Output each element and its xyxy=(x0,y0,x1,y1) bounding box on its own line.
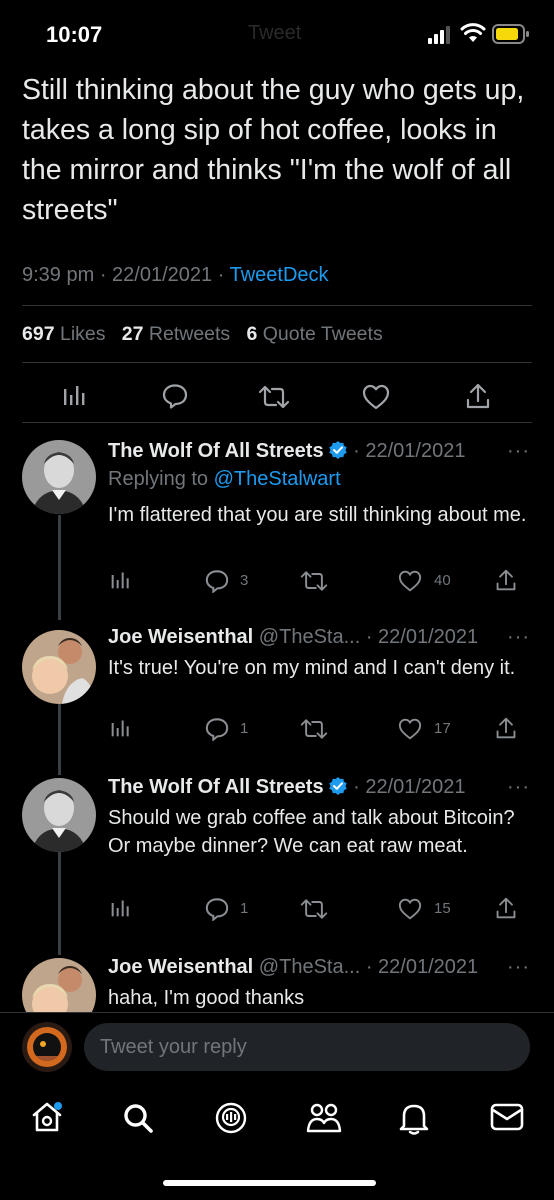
messages-icon[interactable] xyxy=(490,1103,524,1131)
author-handle: @TheSta... xyxy=(258,626,361,648)
divider xyxy=(22,362,532,363)
retweets-stat[interactable]: 27 Retweets xyxy=(122,323,230,345)
like-icon[interactable] xyxy=(398,570,422,592)
avatar[interactable] xyxy=(22,778,96,852)
likes-stat[interactable]: 697 Likes xyxy=(22,323,106,345)
spaces-icon[interactable] xyxy=(214,1101,248,1135)
share-icon[interactable] xyxy=(495,568,517,592)
tweet-meta: 9:39 pm · 22/01/2021 · TweetDeck xyxy=(22,264,329,286)
retweet-icon[interactable] xyxy=(258,385,290,409)
quote-tweets-stat[interactable]: 6 Quote Tweets xyxy=(246,323,382,345)
search-icon[interactable] xyxy=(122,1102,154,1134)
battery-icon xyxy=(492,24,529,44)
reply-text: Should we grab coffee and talk about Bit… xyxy=(108,807,515,857)
reply-icon[interactable] xyxy=(162,383,188,409)
main-tweet-text: Still thinking about the guy who gets up… xyxy=(22,74,525,226)
like-count: 40 xyxy=(434,572,451,589)
reply-text: I'm flattered that you are still thinkin… xyxy=(108,504,527,526)
reply-date: · 22/01/2021 xyxy=(365,956,479,978)
reply-count: 1 xyxy=(240,900,249,917)
reply-actions: 1 15 xyxy=(0,894,554,926)
like-icon[interactable] xyxy=(398,898,422,920)
analytics-icon[interactable] xyxy=(62,383,86,407)
reply-tweet[interactable]: The Wolf Of All Streets · 22/01/2021 ···… xyxy=(0,438,554,608)
mention-link[interactable]: @TheStalwart xyxy=(214,468,341,490)
communities-icon[interactable] xyxy=(306,1101,342,1135)
reply-actions: 3 40 xyxy=(0,566,554,598)
reply-actions: 1 17 xyxy=(0,714,554,746)
home-icon[interactable] xyxy=(30,1100,64,1134)
more-options-icon[interactable]: ··· xyxy=(507,776,530,799)
like-icon[interactable] xyxy=(362,384,390,410)
notifications-icon[interactable] xyxy=(398,1100,430,1136)
author-handle: @TheSta... xyxy=(258,956,361,978)
avatar[interactable] xyxy=(22,630,96,704)
cellular-signal-icon xyxy=(428,26,450,44)
reply-input-placeholder[interactable]: Tweet your reply xyxy=(100,1036,247,1059)
reply-icon[interactable] xyxy=(205,897,229,921)
retweet-icon[interactable] xyxy=(300,718,328,740)
replying-to: Replying to @TheStalwart xyxy=(108,468,341,490)
retweet-icon[interactable] xyxy=(300,898,328,920)
share-icon[interactable] xyxy=(495,716,517,740)
reply-icon[interactable] xyxy=(205,717,229,741)
reply-header: The Wolf Of All Streets · 22/01/2021 xyxy=(108,776,465,799)
reply-count: 3 xyxy=(240,572,249,589)
status-bar: 10:07 Tweet xyxy=(0,0,554,70)
analytics-icon[interactable] xyxy=(110,570,130,590)
tweet-stats: 697 Likes 27 Retweets 6 Quote Tweets xyxy=(22,323,383,346)
divider xyxy=(0,1012,554,1013)
home-indicator xyxy=(163,1180,376,1186)
retweet-icon[interactable] xyxy=(300,570,328,592)
reply-tweet[interactable]: Joe Weisenthal @TheSta... · 22/01/2021 ·… xyxy=(0,954,554,1012)
author-name[interactable]: The Wolf Of All Streets xyxy=(108,440,324,462)
like-icon[interactable] xyxy=(398,718,422,740)
reply-header: Joe Weisenthal @TheSta... · 22/01/2021 xyxy=(108,626,478,649)
main-tweet-actions xyxy=(0,365,554,425)
reply-count: 1 xyxy=(240,720,249,737)
author-name[interactable]: The Wolf Of All Streets xyxy=(108,776,324,798)
like-count: 15 xyxy=(434,900,451,917)
wifi-icon xyxy=(460,23,486,42)
header-title: Tweet xyxy=(248,22,302,44)
divider xyxy=(22,422,532,423)
reply-tweet[interactable]: The Wolf Of All Streets · 22/01/2021 ···… xyxy=(0,776,554,936)
author-name[interactable]: Joe Weisenthal xyxy=(108,956,253,978)
avatar[interactable] xyxy=(22,958,96,1012)
analytics-icon[interactable] xyxy=(110,898,130,918)
reply-header: Joe Weisenthal @TheSta... · 22/01/2021 xyxy=(108,956,478,979)
reply-icon[interactable] xyxy=(205,569,229,593)
more-options-icon[interactable]: ··· xyxy=(507,440,530,463)
verified-badge-icon xyxy=(328,441,347,459)
reply-header: The Wolf Of All Streets · 22/01/2021 xyxy=(108,440,465,463)
tweet-time: 9:39 pm xyxy=(22,264,95,286)
verified-badge-icon xyxy=(328,777,347,795)
tweet-source-link[interactable]: TweetDeck xyxy=(230,264,329,286)
more-options-icon[interactable]: ··· xyxy=(507,626,530,649)
divider xyxy=(22,305,532,306)
like-count: 17 xyxy=(434,720,451,737)
reply-date: · 22/01/2021 xyxy=(365,626,479,648)
reply-date: · 22/01/2021 xyxy=(353,776,466,798)
reply-text: haha, I'm good thanks xyxy=(108,987,305,1009)
tab-bar xyxy=(0,1090,554,1150)
share-icon[interactable] xyxy=(495,896,517,920)
status-time: 10:07 xyxy=(46,22,103,47)
analytics-icon[interactable] xyxy=(110,718,130,738)
reply-tweet[interactable]: Joe Weisenthal @TheSta... · 22/01/2021 ·… xyxy=(0,624,554,764)
author-name[interactable]: Joe Weisenthal xyxy=(108,626,253,648)
my-avatar[interactable] xyxy=(22,1022,72,1072)
reply-date: · 22/01/2021 xyxy=(353,440,466,462)
share-icon[interactable] xyxy=(465,382,491,410)
tweet-date: 22/01/2021 xyxy=(112,264,213,286)
more-options-icon[interactable]: ··· xyxy=(507,956,530,979)
reply-text: It's true! You're on my mind and I can't… xyxy=(108,657,516,679)
avatar[interactable] xyxy=(22,440,96,514)
